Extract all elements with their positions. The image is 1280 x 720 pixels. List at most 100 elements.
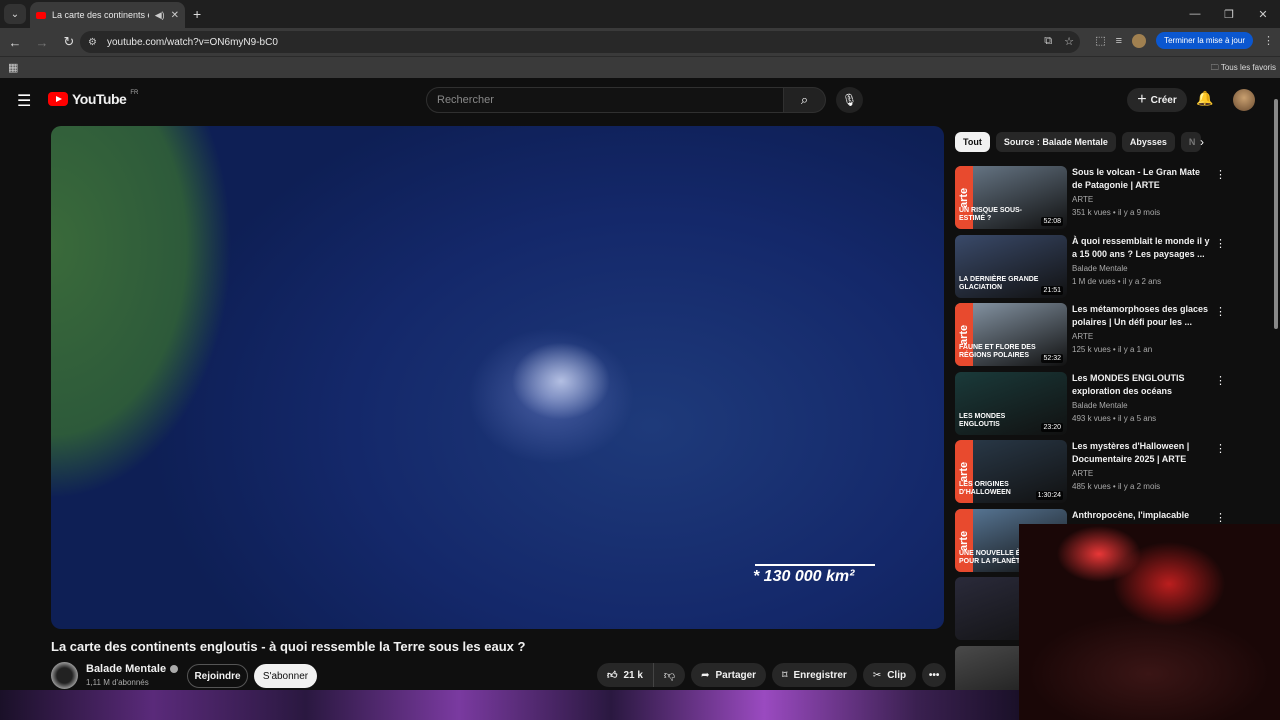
microphone-icon: 🎙 xyxy=(841,93,858,107)
back-button[interactable]: ← xyxy=(3,35,27,50)
save-button[interactable]: ⌑ Enregistrer xyxy=(772,663,857,687)
close-window-button[interactable]: ✕ xyxy=(1246,0,1280,28)
recommendation-channel: ARTE xyxy=(1072,332,1094,341)
recommendation-channel: ARTE xyxy=(1072,469,1094,478)
recommendation-title: Les MONDES ENGLOUTIS exploration des océ… xyxy=(1072,373,1185,396)
apps-grid-icon[interactable]: ▦ xyxy=(8,61,18,74)
video-thumbnail[interactable]: arte FAUNE ET FLORE DES RÉGIONS POLAIRES 5… xyxy=(955,303,1067,366)
video-thumbnail[interactable]: arte UN RISQUE SOUS-ESTIMÉ ? 52:08 xyxy=(955,166,1067,229)
join-button[interactable]: Rejoindre xyxy=(187,664,248,688)
install-app-icon[interactable]: ⧉ xyxy=(1044,35,1052,48)
page-scrollbar[interactable] xyxy=(1272,89,1280,329)
video-title: La carte des continents engloutis - à qu… xyxy=(51,639,526,654)
thumbnail-overlay-text: UN RISQUE SOUS-ESTIMÉ ? xyxy=(959,207,1023,222)
recommendation-item[interactable]: LES MONDES ENGLOUTIS 23:20 Les MONDES ENGL… xyxy=(955,372,1255,436)
thumbnail-overlay-text: LES ORIGINES D'HALLOWEEN xyxy=(959,481,1011,496)
recommendation-stats: 351 k vues • il y a 9 mois xyxy=(1072,208,1161,217)
video-duration: 23:20 xyxy=(1041,423,1063,432)
chip-all[interactable]: Tout xyxy=(955,132,990,152)
bottom-overlay-strip xyxy=(0,690,1019,720)
share-label: Partager xyxy=(715,669,757,681)
restore-button[interactable]: ❐ xyxy=(1212,0,1246,28)
plus-icon: + xyxy=(1137,91,1147,108)
verified-icon xyxy=(170,665,179,674)
more-vertical-icon[interactable]: ⋮ xyxy=(1215,442,1226,455)
subscriber-count: 1,11 M d'abonnés xyxy=(86,678,149,687)
recommendation-meta: À quoi ressemblait le monde il y a 15 00… xyxy=(1072,235,1212,286)
like-dislike-group: 👍︎ 21 k 👎︎ xyxy=(597,663,686,687)
webcam-overlay xyxy=(1019,524,1280,720)
more-vertical-icon[interactable]: ⋮ xyxy=(1215,237,1226,250)
thumbs-up-icon: 👍︎ xyxy=(607,670,618,681)
dislike-button[interactable]: 👎︎ xyxy=(654,663,685,687)
more-vertical-icon[interactable]: ⋮ xyxy=(1215,374,1226,387)
new-tab-button[interactable]: + xyxy=(193,6,201,22)
profile-avatar[interactable] xyxy=(1132,33,1147,48)
more-vertical-icon[interactable]: ⋮ xyxy=(1215,511,1226,524)
thumbnail-overlay-text: LES MONDES ENGLOUTIS xyxy=(959,413,1006,428)
search-input[interactable] xyxy=(426,87,784,113)
bookmark-icon: ⌑ xyxy=(782,669,788,681)
channel-name[interactable]: Balade Mentale xyxy=(86,663,179,675)
clip-button[interactable]: ✂ Clip xyxy=(862,663,917,687)
user-avatar[interactable] xyxy=(1233,89,1255,111)
forward-button[interactable]: → xyxy=(30,35,54,50)
url-text: youtube.com/watch?v=ON6myN9-bC0 xyxy=(106,36,278,48)
recommendation-title: Sous le volcan - Le Gran Mate de Patagon… xyxy=(1072,167,1201,190)
chip-abysses[interactable]: Abysses xyxy=(1121,132,1175,152)
recommendation-title: À quoi ressemblait le monde il y a 15 00… xyxy=(1072,236,1210,259)
voice-search-button[interactable]: 🎙 xyxy=(836,87,863,113)
browser-menu-icon[interactable]: ⋮ xyxy=(1263,34,1274,47)
recommendation-title: Les métamorphoses des glaces polaires | … xyxy=(1072,304,1209,327)
youtube-logo[interactable]: YouTube FR xyxy=(48,90,138,107)
video-thumbnail[interactable]: LES MONDES ENGLOUTIS 23:20 xyxy=(955,372,1067,435)
tab-search-button[interactable]: ⌄ xyxy=(4,4,26,24)
create-label: Créer xyxy=(1150,94,1177,106)
recommendation-stats: 485 k vues • il y a 2 mois xyxy=(1072,482,1161,491)
create-button[interactable]: + Créer xyxy=(1127,88,1187,112)
save-label: Enregistrer xyxy=(793,669,847,681)
search-button[interactable]: ⌕ xyxy=(784,87,826,113)
tab-close-icon[interactable]: ✕ xyxy=(171,10,179,21)
recommendation-item[interactable]: arte FAUNE ET FLORE DES RÉGIONS POLAIRES 5… xyxy=(955,303,1255,367)
address-bar[interactable]: ⚙ youtube.com/watch?v=ON6myN9-bC0 ⧉ ☆ xyxy=(80,31,1080,53)
more-actions-button[interactable]: ••• xyxy=(922,663,947,687)
tab-title: La carte des continents eng xyxy=(52,10,149,20)
video-player[interactable]: * 130 000 km² xyxy=(51,126,944,629)
notifications-bell-icon[interactable]: 🔔 xyxy=(1196,90,1213,107)
reload-button[interactable]: ↻ xyxy=(57,34,81,50)
more-horizontal-icon: ••• xyxy=(928,669,940,681)
more-vertical-icon[interactable]: ⋮ xyxy=(1215,305,1226,318)
channel-avatar[interactable] xyxy=(51,662,78,689)
video-thumbnail[interactable]: arte LES ORIGINES D'HALLOWEEN 1:30:24 xyxy=(955,440,1067,503)
chevron-right-icon[interactable]: › xyxy=(1200,135,1204,149)
recommendation-meta: Sous le volcan - Le Gran Mate de Patagon… xyxy=(1072,166,1212,217)
subscribe-button[interactable]: S'abonner xyxy=(254,664,317,688)
chip-cut-off[interactable]: N xyxy=(1180,132,1201,152)
speaker-icon[interactable]: ◀) xyxy=(155,10,165,21)
share-button[interactable]: ➦ Partager xyxy=(691,663,767,687)
minimize-button[interactable]: — xyxy=(1178,0,1212,28)
browser-toolbar: ← → ↻ ⚙ youtube.com/watch?v=ON6myN9-bC0 … xyxy=(0,28,1280,56)
video-thumbnail[interactable]: LA DERNIÈRE GRANDE GLACIATION 21:51 xyxy=(955,235,1067,298)
all-bookmarks-button[interactable]: 🗀 Tous les favoris xyxy=(1211,62,1276,76)
extensions-icon[interactable]: ⬚ xyxy=(1095,34,1105,47)
recommendation-channel: ARTE xyxy=(1072,195,1094,204)
reading-list-icon[interactable]: ≡ xyxy=(1116,35,1122,47)
video-duration: 52:08 xyxy=(1041,217,1063,226)
hamburger-menu-icon[interactable]: ☰ xyxy=(17,91,31,111)
update-button[interactable]: Terminer la mise à jour xyxy=(1156,32,1253,49)
recommendation-item[interactable]: arte LES ORIGINES D'HALLOWEEN 1:30:24 Les m… xyxy=(955,440,1255,504)
recommendation-item[interactable]: LA DERNIÈRE GRANDE GLACIATION 21:51 À quoi… xyxy=(955,235,1255,299)
channel-name-text: Balade Mentale xyxy=(86,663,167,675)
recommendation-item[interactable]: arte UN RISQUE SOUS-ESTIMÉ ? 52:08 Sous le … xyxy=(955,166,1255,230)
thumbnail-overlay-text: FAUNE ET FLORE DES RÉGIONS POLAIRES xyxy=(959,344,1036,359)
recommendation-meta: Les mystères d'Halloween | Documentaire … xyxy=(1072,440,1212,491)
site-info-icon[interactable]: ⚙ xyxy=(88,37,97,48)
like-button[interactable]: 👍︎ 21 k xyxy=(597,663,654,687)
video-actions: 👍︎ 21 k 👎︎ ➦ Partager ⌑ Enregistrer ✂ Clip •… xyxy=(597,663,947,687)
chip-source[interactable]: Source : Balade Mentale xyxy=(995,132,1116,152)
browser-tab-active[interactable]: La carte des continents eng ◀) ✕ xyxy=(30,2,185,28)
bookmark-star-icon[interactable]: ☆ xyxy=(1064,35,1074,48)
more-vertical-icon[interactable]: ⋮ xyxy=(1215,168,1226,181)
